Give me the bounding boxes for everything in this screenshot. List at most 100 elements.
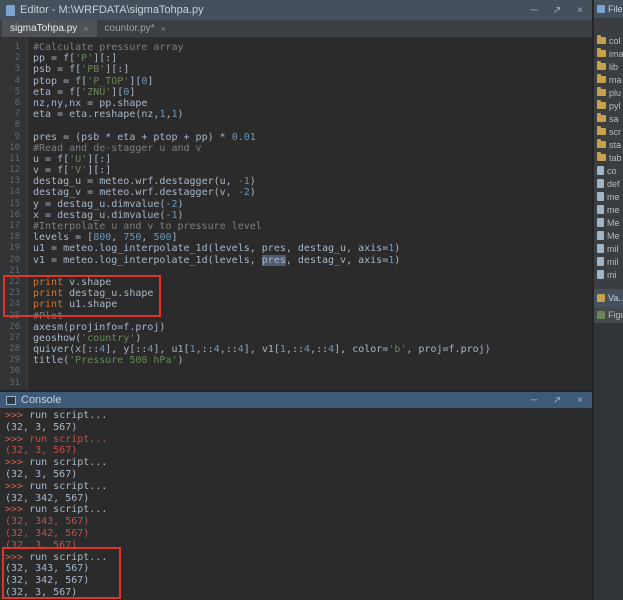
file-icon — [597, 179, 604, 188]
code-line: 5eta = f['ZNU'][0] — [0, 87, 592, 98]
file-item[interactable]: tab — [597, 151, 623, 164]
code-token: ) — [178, 210, 184, 221]
figures-tab[interactable]: Figu... — [594, 307, 623, 323]
code-token: ], y[:: — [105, 344, 147, 355]
file-item[interactable]: scr — [597, 125, 623, 138]
console-token: (32, 342, 567) — [5, 575, 89, 586]
file-item[interactable]: mil — [597, 242, 623, 255]
file-item-label: sta — [609, 140, 621, 150]
line-number: 21 — [0, 266, 27, 277]
code-token: 'PB' — [81, 64, 105, 75]
file-item-label: Me — [607, 231, 620, 241]
code-token: 'P' — [75, 53, 93, 64]
code-token: nz,ny,nx = pp.shape — [33, 98, 147, 109]
file-item[interactable]: col — [597, 34, 623, 47]
line-number: 2 — [0, 53, 27, 64]
code-token: axesm(projinfo=f.proj) — [33, 322, 165, 333]
editor-tab[interactable]: sigmaTohpa.py× — [2, 20, 97, 37]
code-token: 'V' — [69, 165, 87, 176]
file-item-label: mil — [607, 257, 619, 267]
code-token: 'U' — [69, 154, 87, 165]
editor-tab[interactable]: countor.py* × — [97, 20, 174, 37]
editor-title-bar: Editor - M:\WRFDATA\sigmaTohpa.py ─ ↗ × — [0, 0, 592, 20]
file-item[interactable]: ma — [597, 73, 623, 86]
file-tree: colimalibmaplupylsascrstatabcodefmemeMeM… — [594, 18, 623, 281]
code-token: ) — [394, 255, 400, 266]
minimize-icon[interactable]: ─ — [528, 5, 540, 16]
file-item[interactable]: mil — [597, 255, 623, 268]
float-window-icon[interactable]: ↗ — [551, 395, 563, 406]
line-number: 23 — [0, 288, 27, 299]
console-output[interactable]: >>> run script...(32, 3, 567)>>> run scr… — [0, 408, 592, 600]
console-token: >>> — [5, 552, 29, 563]
file-item[interactable]: Me — [597, 229, 623, 242]
console-line: (32, 343, 567) — [5, 516, 592, 528]
console-line: (32, 342, 567) — [5, 493, 592, 505]
file-item[interactable]: Me — [597, 216, 623, 229]
line-text: geoshow('country') — [27, 333, 141, 344]
console-line: >>> run script... — [5, 457, 592, 469]
variables-header[interactable]: Va... — [594, 289, 623, 307]
folder-icon — [597, 115, 606, 122]
code-token: 'P_TOP' — [87, 76, 129, 87]
code-token: , — [111, 232, 123, 243]
code-line: 21 — [0, 266, 592, 277]
console-line: >>> run script... — [5, 434, 592, 446]
file-item[interactable]: me — [597, 190, 623, 203]
line-text — [27, 366, 33, 377]
file-item[interactable]: ima — [597, 47, 623, 60]
file-item[interactable]: me — [597, 203, 623, 216]
code-token: ) — [250, 187, 256, 198]
console-panel: Console ─ ↗ × >>> run script...(32, 3, 5… — [0, 392, 592, 600]
line-number: 30 — [0, 366, 27, 377]
line-number: 13 — [0, 176, 27, 187]
file-item-label: ima — [609, 49, 623, 59]
file-item[interactable]: lib — [597, 60, 623, 73]
code-editor[interactable]: 1#Calculate pressure array2pp = f['P'][:… — [0, 38, 592, 390]
file-item[interactable]: sa — [597, 112, 623, 125]
code-token: ][ — [129, 76, 141, 87]
code-token: ) — [394, 243, 400, 254]
line-number: 28 — [0, 344, 27, 355]
line-number: 18 — [0, 232, 27, 243]
file-explorer-title: File... — [608, 4, 623, 14]
tab-close-icon[interactable]: × — [161, 24, 166, 34]
file-item[interactable]: mi — [597, 268, 623, 281]
folder-icon — [597, 141, 606, 148]
line-number: 14 — [0, 187, 27, 198]
console-line: >>> run script... — [5, 504, 592, 516]
code-token: x = destag_u.dimvalue( — [33, 210, 165, 221]
variables-title: Va... — [608, 293, 623, 303]
document-icon — [6, 5, 15, 16]
tab-close-icon[interactable]: × — [83, 24, 88, 34]
close-icon[interactable]: × — [574, 395, 586, 406]
console-token: (32, 343, 567) — [5, 516, 89, 527]
file-explorer-header[interactable]: File... — [594, 0, 623, 18]
figures-icon — [597, 311, 605, 319]
code-line: 19u1 = meteo.log_interpolate_1d(levels, … — [0, 243, 592, 254]
console-token: (32, 3, 567) — [5, 469, 77, 480]
tab-label: countor.py* — [105, 23, 155, 34]
code-line: 31 — [0, 378, 592, 389]
file-icon — [597, 270, 604, 279]
file-item[interactable]: sta — [597, 138, 623, 151]
code-token: -2 — [238, 187, 250, 198]
file-item[interactable]: plu — [597, 86, 623, 99]
variables-icon — [597, 294, 605, 302]
code-token: geoshow( — [33, 333, 81, 344]
file-item[interactable]: def — [597, 177, 623, 190]
line-number: 5 — [0, 87, 27, 98]
line-number: 16 — [0, 210, 27, 221]
line-text: #Plot — [27, 311, 63, 322]
close-icon[interactable]: × — [574, 5, 586, 16]
code-line: 22print v.shape — [0, 277, 592, 288]
line-text: ptop = f['P_TOP'][0] — [27, 76, 153, 87]
editor-tab-bar: sigmaTohpa.py× countor.py* × — [0, 20, 592, 38]
minimize-icon[interactable]: ─ — [528, 395, 540, 406]
line-text: v = f['V'][:] — [27, 165, 111, 176]
file-item-label: mil — [607, 244, 619, 254]
float-window-icon[interactable]: ↗ — [551, 5, 563, 16]
file-item[interactable]: pyl — [597, 99, 623, 112]
file-item[interactable]: co — [597, 164, 623, 177]
console-line: (32, 342, 567) — [5, 528, 592, 540]
